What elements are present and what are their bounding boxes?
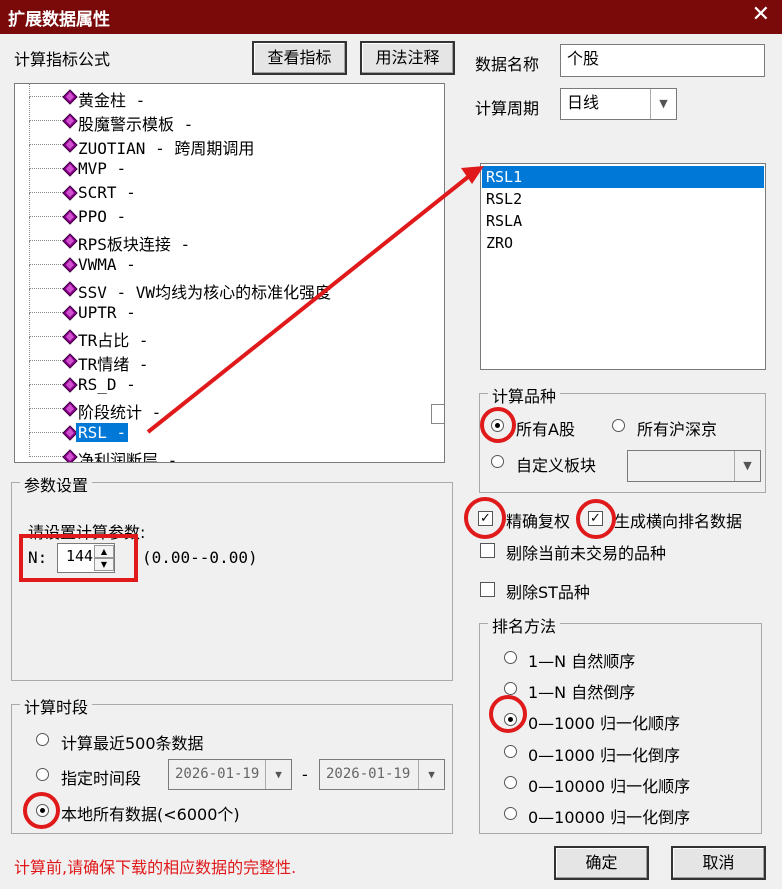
ranking-radio[interactable] (504, 775, 517, 789)
start-date-select[interactable]: 2026-01-19 ▼ (168, 759, 292, 790)
arrow-line (146, 175, 470, 434)
period-range-section-label: 计算时段 (20, 694, 93, 718)
specified-range-label: 指定时间段 (61, 769, 142, 788)
ranking-section-label: 排名方法 (488, 613, 561, 637)
exclude-st-checkbox[interactable] (480, 582, 495, 597)
exclude-st-label: 剔除ST品种 (506, 583, 590, 602)
annotation-rect-n (19, 534, 138, 582)
custom-block-select[interactable]: ▼ (627, 450, 761, 482)
ok-button[interactable]: 确定 (554, 846, 649, 880)
chevron-down-icon[interactable]: ▼ (734, 451, 760, 481)
variety-section-label: 计算品种 (488, 383, 561, 407)
ranking-radio[interactable] (504, 744, 517, 758)
recent-500-radio[interactable] (36, 733, 49, 746)
ranking-label: 1—N 自然倒序 (528, 683, 636, 703)
chevron-down-icon[interactable]: ▼ (418, 760, 444, 789)
annotation-circle-all-local (23, 792, 60, 829)
precise-adjust-label: 精确复权 (506, 512, 571, 531)
ranking-label: 1—N 自然顺序 (528, 652, 636, 671)
chevron-down-icon[interactable]: ▼ (265, 760, 291, 789)
variety-custom-label: 自定义板块 (516, 456, 597, 475)
exclude-untraded-label: 剔除当前未交易的品种 (506, 544, 667, 563)
ranking-label: 0—1000 归一化倒序 (528, 745, 680, 765)
end-date-select[interactable]: 2026-01-19 ▼ (319, 759, 445, 790)
variety-all-hs-label: 所有沪深京 (637, 420, 718, 439)
gen-rank-label: 生成横向排名数据 (614, 512, 743, 531)
ranking-label: 0—10000 归一化倒序 (528, 808, 691, 827)
annotation-circle-all-a (480, 407, 516, 443)
date-dash: - (302, 765, 308, 784)
variety-all-a-label: 所有A股 (516, 420, 575, 439)
annotation-circle-rank (576, 499, 616, 539)
ranking-label: 0—1000 归一化顺序 (528, 714, 680, 734)
exclude-untraded-checkbox[interactable] (480, 543, 495, 558)
params-section-label: 参数设置 (20, 472, 93, 496)
footer-warning: 计算前,请确保下载的相应数据的完整性. (14, 858, 297, 877)
ranking-radio[interactable] (504, 807, 517, 820)
specified-range-radio[interactable] (36, 768, 49, 781)
ranking-radio[interactable] (504, 651, 517, 664)
annotation-circle-ranking (489, 695, 527, 733)
start-date-value: 2026-01-19 (175, 766, 260, 782)
recent-500-label: 计算最近500条数据 (61, 734, 204, 753)
end-date-value: 2026-01-19 (326, 766, 411, 782)
n-range: (0.00--0.00) (142, 548, 258, 567)
all-local-label: 本地所有数据(<6000个) (61, 805, 240, 824)
variety-all-hs-radio[interactable] (612, 419, 625, 432)
ranking-label: 0—10000 归一化顺序 (528, 776, 691, 796)
annotation-circle-precise (464, 497, 506, 539)
variety-custom-radio[interactable] (491, 455, 504, 468)
cancel-button[interactable]: 取消 (671, 846, 766, 880)
